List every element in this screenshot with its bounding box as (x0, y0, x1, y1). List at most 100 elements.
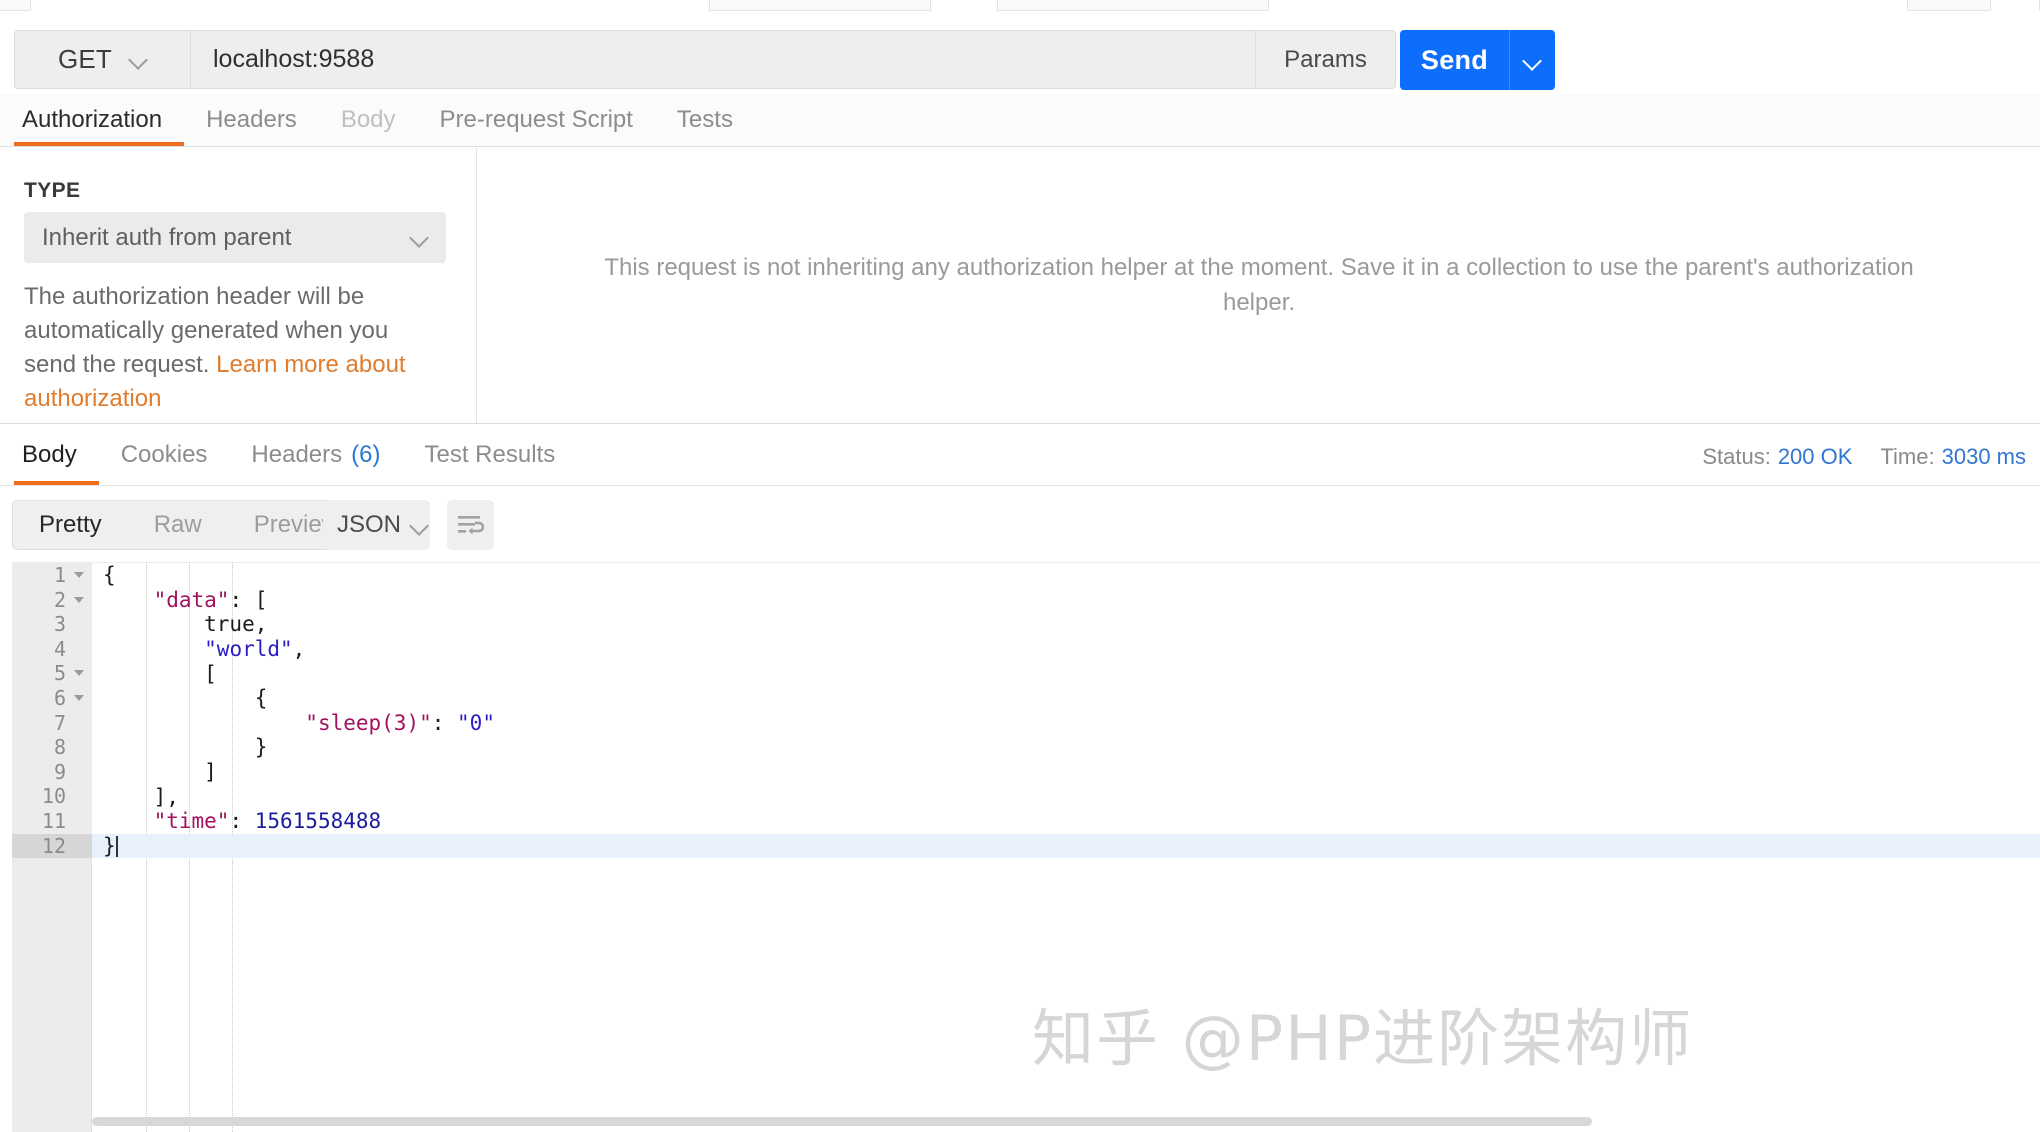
code-text: } (103, 833, 118, 858)
tab-stub[interactable] (930, 0, 998, 11)
word-wrap-glyph (458, 516, 484, 535)
tab-stub[interactable] (1268, 0, 1908, 11)
auth-inherit-message-line2: helper. (1222, 288, 1296, 316)
send-button-group: Send (1400, 30, 1555, 90)
tab-body[interactable]: Body (319, 94, 418, 146)
send-options-button[interactable] (1509, 30, 1555, 90)
code-text: } (103, 735, 268, 760)
response-tab-test-results[interactable]: Test Results (402, 424, 577, 485)
tab-label: Headers (251, 440, 343, 468)
send-label: Send (1420, 44, 1489, 75)
fold-arrow-icon[interactable] (74, 572, 84, 578)
word-wrap-icon[interactable] (447, 500, 494, 550)
chevron-down-icon (1524, 52, 1541, 69)
tab-pre-request-script[interactable]: Pre-request Script (418, 94, 655, 146)
url-text: localhost:9588 (213, 45, 375, 73)
tab-headers[interactable]: Headers (184, 94, 319, 146)
line-number: 3 (12, 612, 92, 637)
authorization-panel: TYPE Inherit auth from parent The author… (0, 148, 2040, 423)
tab-label: Body (340, 106, 396, 133)
code-line: 1{ (12, 563, 2040, 588)
time-indicator: Time: 3030 ms (1880, 444, 2026, 470)
view-mode-label: Raw (153, 511, 202, 538)
chevron-down-icon (411, 229, 428, 246)
code-text: ], (103, 784, 179, 809)
headers-count-badge: (6) (351, 440, 381, 468)
code-text: true, (103, 612, 268, 637)
code-text: { (103, 686, 268, 711)
code-text: "time": 1561558488 (153, 809, 382, 834)
auth-info-column: This request is not inheriting any autho… (478, 148, 2040, 423)
method-label: GET (57, 44, 113, 74)
code-text: "data": [ (153, 587, 268, 612)
code-line: 9 ] (12, 759, 2040, 785)
code-line: 6 { (12, 685, 2040, 711)
status-indicator: Status: 200 OK (1702, 444, 1852, 470)
postman-window: GET localhost:9588 Params Send Authoriza… (0, 0, 2040, 1132)
code-line: 2 "data": [ (12, 587, 2040, 613)
response-tab-body[interactable]: Body (14, 424, 99, 485)
code-line: 11 "time": 1561558488 (12, 808, 2040, 834)
code-text: { (103, 563, 116, 588)
view-mode-group: Pretty Raw Preview (12, 500, 367, 550)
view-mode-raw[interactable]: Raw (128, 501, 228, 549)
status-value: 200 OK (1777, 444, 1853, 469)
line-number: 8 (12, 735, 92, 760)
tab-label: Tests (676, 106, 733, 133)
code-line: 8 } (12, 735, 2040, 760)
method-selector[interactable]: GET (15, 31, 191, 88)
horizontal-scrollbar[interactable] (92, 1117, 2032, 1126)
auth-type-value: Inherit auth from parent (42, 223, 292, 251)
tab-stub[interactable] (1990, 0, 2040, 11)
tab-label: Headers (206, 106, 297, 133)
auth-inherit-message: This request is not inheriting any autho… (559, 251, 1959, 321)
line-number: 11 (12, 808, 92, 834)
code-line: 12} (12, 833, 2040, 859)
response-tab-headers[interactable]: Headers (6) (229, 424, 402, 485)
text-cursor (115, 835, 118, 857)
view-mode-pretty[interactable]: Pretty (13, 501, 128, 549)
format-label: JSON (337, 511, 402, 538)
tab-tests[interactable]: Tests (655, 94, 755, 146)
line-number: 9 (12, 759, 92, 785)
tab-stub[interactable] (30, 0, 710, 11)
auth-description: The authorization header will be automat… (24, 280, 444, 416)
line-number: 10 (12, 784, 92, 809)
params-button[interactable]: Params (1255, 31, 1395, 88)
response-body-viewer[interactable]: 1{2 "data": [3 true, 4 "world", 5 [6 {7 "s… (12, 562, 2040, 1132)
auth-inherit-message-line1: This request is not inheriting any autho… (604, 253, 1914, 281)
code-text: "world", (204, 637, 306, 662)
tab-label: Authorization (22, 106, 163, 133)
line-number: 12 (12, 833, 92, 859)
url-bar-row: GET localhost:9588 Params Send (0, 11, 2040, 94)
view-mode-label: Pretty (39, 511, 102, 538)
response-meta: Status: 200 OK Time: 3030 ms (1702, 444, 2026, 470)
tab-label: Cookies (120, 440, 208, 468)
auth-type-select[interactable]: Inherit auth from parent (24, 212, 446, 263)
code-line: 10 ], (12, 784, 2040, 809)
tab-label: Pre-request Script (439, 106, 633, 133)
code-line: 5 [ (12, 661, 2040, 686)
fold-arrow-icon[interactable] (74, 694, 84, 701)
request-tab-strip (0, 0, 2040, 11)
line-number: 7 (12, 710, 92, 736)
fold-arrow-icon[interactable] (74, 670, 84, 677)
fold-arrow-icon[interactable] (74, 596, 84, 603)
request-tabs: Authorization Headers Body Pre-request S… (0, 94, 2040, 147)
tab-label: Test Results (424, 440, 556, 468)
code-text: ] (103, 760, 217, 785)
code-line: 7 "sleep(3)": "0" (12, 710, 2040, 736)
response-viewer-toolbar: Pretty Raw Preview JSON (0, 487, 2040, 565)
send-button[interactable]: Send (1400, 30, 1509, 90)
code-lines: 1{2 "data": [3 true, 4 "world", 5 [6 {7 "s… (12, 563, 2040, 859)
tab-authorization[interactable]: Authorization (14, 94, 185, 146)
time-value: 3030 ms (1941, 444, 2026, 469)
auth-settings-column: TYPE Inherit auth from parent The author… (0, 148, 477, 423)
params-label: Params (1284, 45, 1367, 73)
chevron-down-icon (130, 51, 147, 68)
watermark: 知乎 @PHP进阶架构师 (1032, 1002, 1694, 1075)
code-text: "sleep(3)": "0" (305, 710, 495, 735)
response-tab-cookies[interactable]: Cookies (99, 424, 230, 485)
url-input[interactable]: localhost:9588 (191, 31, 1255, 88)
format-selector[interactable]: JSON (323, 500, 430, 550)
